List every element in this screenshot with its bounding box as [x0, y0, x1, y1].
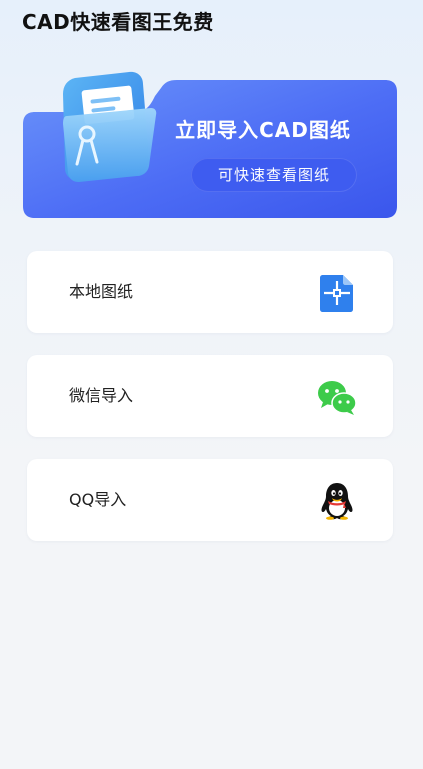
document-icon	[320, 275, 353, 312]
banner-headline: 立即导入CAD图纸	[175, 118, 351, 142]
option-label: 本地图纸	[69, 282, 134, 301]
option-local-drawing[interactable]: 本地图纸	[27, 251, 393, 333]
qq-icon	[321, 483, 353, 520]
app-title: CAD快速看图王免费	[22, 10, 214, 34]
import-cad-banner[interactable]: 立即导入CAD图纸 可快速查看图纸	[23, 68, 397, 218]
option-qq-import[interactable]: QQ导入	[27, 459, 393, 541]
option-label: QQ导入	[69, 490, 127, 509]
option-wechat-import[interactable]: 微信导入	[27, 355, 393, 437]
wechat-icon	[318, 381, 357, 415]
option-label: 微信导入	[69, 386, 134, 405]
folder-icon	[63, 71, 157, 182]
banner-subtitle-button[interactable]: 可快速查看图纸	[191, 158, 357, 192]
